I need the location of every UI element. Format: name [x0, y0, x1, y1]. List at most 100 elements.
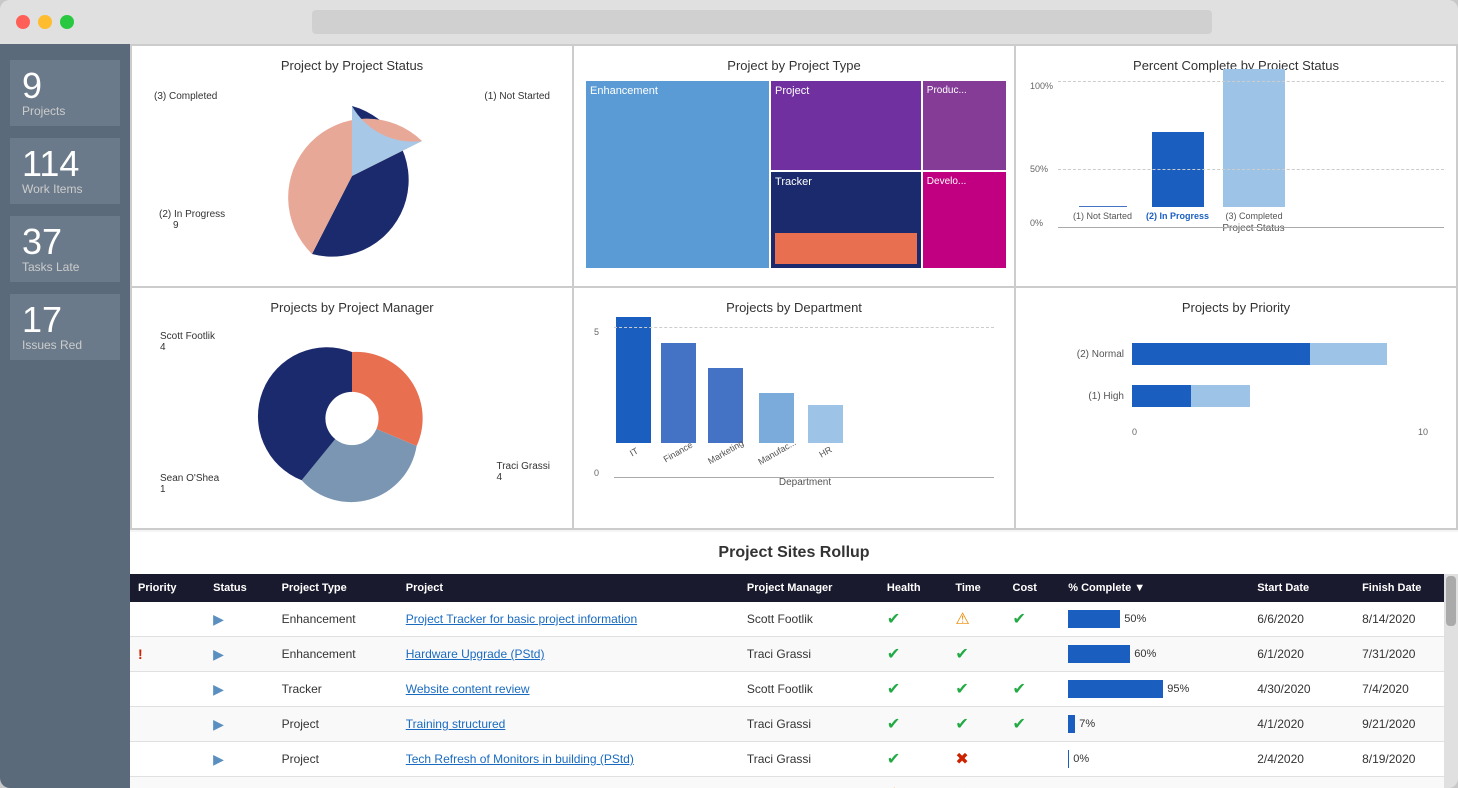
cell-time: ✔ — [947, 637, 1004, 672]
label-traci: Traci Grassi4 — [496, 461, 550, 483]
y-label-50: 50% — [1030, 164, 1048, 174]
table-body: ▶ Enhancement Project Tracker for basic … — [130, 602, 1458, 788]
cell-type: Tracker — [274, 672, 398, 707]
progress-container: 7% — [1068, 715, 1241, 733]
scrollbar[interactable] — [1444, 574, 1458, 788]
stat-issues-red: 17 Issues Red — [10, 294, 120, 360]
cost-icon: ✔ — [1013, 681, 1026, 698]
cell-pct: 7% — [1060, 707, 1249, 742]
cell-cost — [1005, 637, 1061, 672]
col-status: Status — [205, 574, 273, 602]
cell-type: Project — [274, 707, 398, 742]
health-icon: ✔ — [887, 751, 900, 768]
dept-bar-hr-rect — [808, 405, 843, 443]
priority-high-bar — [1132, 385, 1428, 407]
health-icon: ✔ — [887, 681, 900, 698]
table-header: Priority Status Project Type Project Pro… — [130, 574, 1458, 602]
progress-pct: 7% — [1079, 718, 1095, 730]
status-icon: ▶ — [213, 751, 224, 767]
col-time: Time — [947, 574, 1004, 602]
cost-icon: ✔ — [1013, 611, 1026, 628]
table-row: ▶ Project Training structured Traci Gras… — [130, 707, 1458, 742]
tm-tracker-sub — [775, 233, 917, 264]
cell-start: 6/1/2020 — [1249, 637, 1354, 672]
treemap: Enhancement Project Produc... Tracker De… — [586, 81, 1002, 266]
project-link[interactable]: Hardware Upgrade (PStd) — [406, 647, 545, 661]
address-bar[interactable] — [312, 10, 1212, 34]
col-manager: Project Manager — [739, 574, 879, 602]
cell-manager: Traci Grassi — [739, 637, 879, 672]
pct-bars: (1) Not Started (2) In Progress (3) Comp… — [1038, 81, 1434, 221]
cell-pct — [1060, 777, 1249, 788]
bar-not-started-rect — [1079, 206, 1127, 207]
bar-not-started: (1) Not Started — [1073, 206, 1132, 221]
col-project-type: Project Type — [274, 574, 398, 602]
cell-health: ✔ — [879, 672, 947, 707]
pie-chart-status — [252, 86, 452, 266]
bar-completed-rect — [1223, 69, 1285, 207]
cost-icon: ✔ — [1013, 716, 1026, 733]
chart-priority-title: Projects by Priority — [1028, 300, 1444, 315]
progress-bar — [1068, 680, 1163, 698]
cell-pct: 95% — [1060, 672, 1249, 707]
minimize-button[interactable] — [38, 15, 52, 29]
cell-project: Web Site Build (PG) — [398, 777, 739, 788]
progress-bar — [1068, 645, 1130, 663]
time-icon: ✖ — [955, 751, 968, 768]
priority-normal-bar — [1132, 343, 1428, 365]
dept-bar-finance-label: Finance — [662, 440, 695, 465]
cell-start: 12/17/2019 — [1249, 777, 1354, 788]
cell-priority — [130, 777, 205, 788]
priority-high-row: (1) High — [1044, 385, 1428, 407]
chart-dept-title: Projects by Department — [586, 300, 1002, 315]
tm-tracker: Tracker — [771, 172, 921, 268]
dept-gridline-0 — [614, 477, 994, 478]
close-button[interactable] — [16, 15, 30, 29]
cell-pct: 0% — [1060, 742, 1249, 777]
progress-pct: 95% — [1167, 683, 1189, 695]
project-link[interactable]: Website content review — [406, 682, 530, 696]
y-label-100: 100% — [1030, 81, 1053, 91]
maximize-button[interactable] — [60, 15, 74, 29]
progress-container: 60% — [1068, 645, 1241, 663]
progress-bar — [1068, 750, 1069, 768]
dept-bar-it: IT — [616, 317, 651, 457]
label-completed: (3) Completed — [154, 91, 217, 102]
chart-percent-complete: Percent Complete by Project Status 100% … — [1016, 46, 1456, 286]
project-link[interactable]: Project Tracker for basic project inform… — [406, 612, 637, 626]
priority-normal-row: (2) Normal — [1044, 343, 1428, 365]
col-cost: Cost — [1005, 574, 1061, 602]
col-health: Health — [879, 574, 947, 602]
project-link[interactable]: Training structured — [406, 717, 506, 731]
tasks-late-count: 37 — [22, 224, 108, 260]
cell-start: 2/4/2020 — [1249, 742, 1354, 777]
cell-finish: 5/14/2020 — [1354, 777, 1458, 788]
cell-cost: ✔ — [1005, 672, 1061, 707]
cell-cost: ✔ — [1005, 707, 1061, 742]
priority-high-label: (1) High — [1044, 391, 1124, 402]
cell-type: Enhancement — [274, 602, 398, 637]
chart-status-title: Project by Project Status — [144, 58, 560, 73]
cell-health: ✔ — [879, 637, 947, 672]
status-icon: ▶ — [213, 716, 224, 732]
pie-donut-hole — [325, 391, 378, 444]
cell-start: 4/30/2020 — [1249, 672, 1354, 707]
cell-time: ✖ — [947, 742, 1004, 777]
col-project: Project — [398, 574, 739, 602]
priority-normal-dark — [1132, 343, 1310, 365]
cell-project: Training structured — [398, 707, 739, 742]
dept-chart-container: 5 0 IT Finance — [586, 323, 1002, 508]
chart-project-status: Project by Project Status — [132, 46, 572, 286]
chart-by-priority: Projects by Priority (2) Normal — [1016, 288, 1456, 528]
dept-y-0: 0 — [594, 468, 599, 478]
chart-manager-title: Projects by Project Manager — [144, 300, 560, 315]
cell-cost: ✔ — [1005, 602, 1061, 637]
project-link[interactable]: Tech Refresh of Monitors in building (PS… — [406, 752, 634, 766]
dept-bars: IT Finance Marketing — [616, 327, 994, 457]
table-row: ! ▶ Enhancement Hardware Upgrade (PStd) … — [130, 637, 1458, 672]
priority-x-10: 10 — [1418, 427, 1428, 437]
cell-priority — [130, 602, 205, 637]
scrollbar-thumb[interactable] — [1446, 576, 1456, 626]
cell-status: ▶ — [205, 742, 273, 777]
bar-in-progress-label: (2) In Progress — [1146, 211, 1209, 221]
